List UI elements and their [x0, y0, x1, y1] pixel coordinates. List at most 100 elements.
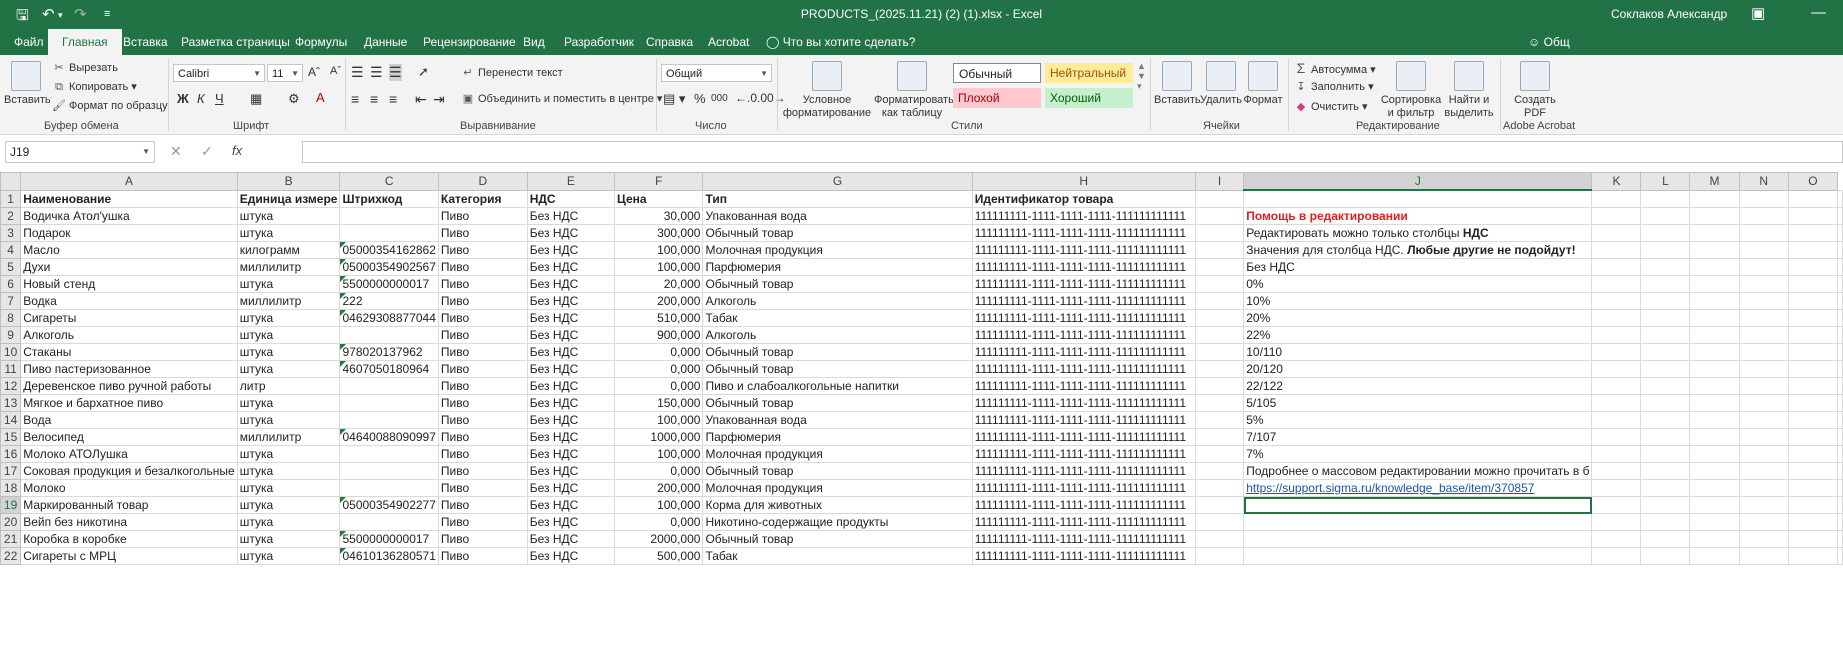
- cell[interactable]: Пиво: [437, 496, 528, 514]
- cell[interactable]: [1837, 241, 1843, 259]
- cell[interactable]: штука: [236, 343, 341, 361]
- copy-button[interactable]: ⧉ Копировать ▾: [52, 80, 137, 94]
- cell[interactable]: [1243, 547, 1593, 565]
- column-header[interactable]: C: [339, 172, 439, 191]
- cell[interactable]: 510,000: [614, 309, 704, 327]
- cell[interactable]: [1787, 309, 1839, 327]
- cell[interactable]: [1591, 496, 1642, 514]
- cell[interactable]: 100,000: [614, 445, 704, 463]
- cell[interactable]: 04610136280571: [339, 547, 439, 565]
- cell[interactable]: 100,000: [614, 258, 704, 276]
- increase-decimal-icon[interactable]: ←.0: [735, 91, 757, 105]
- cell[interactable]: Пиво: [437, 292, 528, 310]
- tab-review[interactable]: Рецензирование: [423, 35, 516, 49]
- cell[interactable]: 0,000: [614, 343, 704, 361]
- cell[interactable]: [1194, 496, 1245, 514]
- cell[interactable]: [1787, 462, 1839, 480]
- cell[interactable]: Без НДС: [526, 360, 616, 378]
- cell[interactable]: Пиво: [437, 377, 528, 395]
- vat-value-cell[interactable]: 10%: [1243, 292, 1593, 310]
- cell[interactable]: [1689, 513, 1740, 531]
- cell[interactable]: [1738, 513, 1789, 531]
- cell[interactable]: 05000354902277: [339, 496, 439, 514]
- row-header[interactable]: 3: [0, 224, 22, 242]
- cell[interactable]: [1689, 479, 1740, 497]
- cell[interactable]: [1591, 224, 1642, 242]
- column-header[interactable]: M: [1689, 172, 1740, 191]
- tab-help[interactable]: Справка: [646, 35, 693, 49]
- cell[interactable]: Молочная продукция: [702, 479, 973, 497]
- cell[interactable]: штука: [236, 479, 341, 497]
- cell[interactable]: 04640088090997: [339, 428, 439, 446]
- cell[interactable]: Без НДС: [526, 309, 616, 327]
- cell[interactable]: Соковая продукция и безалкогольные: [20, 462, 238, 480]
- bold-button[interactable]: Ж: [177, 91, 189, 106]
- increase-indent-icon[interactable]: ⇥: [433, 91, 445, 108]
- row-header[interactable]: 21: [0, 530, 22, 548]
- format-painter-button[interactable]: 🖌 Формат по образцу: [52, 99, 168, 112]
- column-header[interactable]: E: [526, 172, 616, 191]
- cell[interactable]: Обычный товар: [702, 394, 973, 412]
- cell[interactable]: [1640, 513, 1691, 531]
- autosum-button[interactable]: Σ Автосумма ▾: [1294, 60, 1376, 76]
- cell[interactable]: [1787, 207, 1839, 225]
- row-header[interactable]: 2: [0, 207, 22, 225]
- insert-function-icon[interactable]: fx: [232, 143, 242, 158]
- cell[interactable]: Велосипед: [20, 428, 238, 446]
- vat-value-cell[interactable]: 20/120: [1243, 360, 1593, 378]
- cell[interactable]: [1787, 445, 1839, 463]
- cell[interactable]: 111111111-1111-1111-1111-111111111111: [971, 513, 1196, 531]
- cell[interactable]: [1640, 462, 1691, 480]
- cell[interactable]: [1738, 189, 1789, 208]
- cell[interactable]: [1837, 275, 1843, 293]
- row-header[interactable]: 19: [0, 496, 22, 514]
- cell[interactable]: [1738, 343, 1789, 361]
- decrease-font-icon[interactable]: Aˇ: [330, 65, 341, 77]
- help-line-1[interactable]: Редактировать можно только столбцы НДС: [1243, 224, 1593, 242]
- cell[interactable]: 111111111-1111-1111-1111-111111111111: [971, 530, 1196, 548]
- vat-value-cell[interactable]: 5/105: [1243, 394, 1593, 412]
- cell[interactable]: [1738, 445, 1789, 463]
- cell[interactable]: [1591, 275, 1642, 293]
- cell[interactable]: Алкоголь: [20, 326, 238, 344]
- cell[interactable]: 200,000: [614, 292, 704, 310]
- cell[interactable]: Без НДС: [526, 547, 616, 565]
- row-header[interactable]: 15: [0, 428, 22, 446]
- cell[interactable]: [1738, 258, 1789, 276]
- column-title-cell[interactable]: Категория: [437, 189, 528, 208]
- find-select-button[interactable]: Найти и выделить: [1444, 61, 1494, 120]
- row-header[interactable]: 6: [0, 275, 22, 293]
- wrap-text-button[interactable]: ↵ Перенести текст: [461, 66, 562, 79]
- cell[interactable]: [1837, 360, 1843, 378]
- style-normal[interactable]: Обычный: [953, 63, 1041, 83]
- cell[interactable]: Без НДС: [526, 496, 616, 514]
- cell[interactable]: [1738, 224, 1789, 242]
- row-header[interactable]: 12: [0, 377, 22, 395]
- cell[interactable]: [1689, 496, 1740, 514]
- tell-me-input[interactable]: ◯ Что вы хотите сделать?: [766, 35, 915, 49]
- align-center-icon[interactable]: ≡: [370, 91, 378, 107]
- cell[interactable]: Без НДС: [526, 513, 616, 531]
- cell[interactable]: Пиво: [437, 343, 528, 361]
- cell[interactable]: [1689, 360, 1740, 378]
- ribbon-display-icon[interactable]: ▣: [1751, 4, 1765, 22]
- cell[interactable]: Пиво: [437, 360, 528, 378]
- cell[interactable]: [1837, 258, 1843, 276]
- cell[interactable]: 111111111-1111-1111-1111-111111111111: [971, 326, 1196, 344]
- cell[interactable]: [1194, 275, 1245, 293]
- cell[interactable]: [339, 207, 439, 225]
- insert-cells-button[interactable]: Вставить: [1154, 61, 1201, 107]
- row-header[interactable]: 5: [0, 258, 22, 276]
- cell[interactable]: Коробка в коробке: [20, 530, 238, 548]
- cell[interactable]: [1591, 343, 1642, 361]
- cell[interactable]: Пиво и слабоалкогольные напитки: [702, 377, 973, 395]
- row-header[interactable]: 7: [0, 292, 22, 310]
- cell[interactable]: [1689, 547, 1740, 565]
- help-line-2[interactable]: Значения для столбца НДС. Любые другие н…: [1243, 241, 1593, 259]
- cell[interactable]: 111111111-1111-1111-1111-111111111111: [971, 343, 1196, 361]
- cell[interactable]: [1591, 445, 1642, 463]
- cell[interactable]: [1837, 547, 1843, 565]
- row-header[interactable]: 8: [0, 309, 22, 327]
- cell[interactable]: Пиво: [437, 241, 528, 259]
- cell[interactable]: Без НДС: [526, 462, 616, 480]
